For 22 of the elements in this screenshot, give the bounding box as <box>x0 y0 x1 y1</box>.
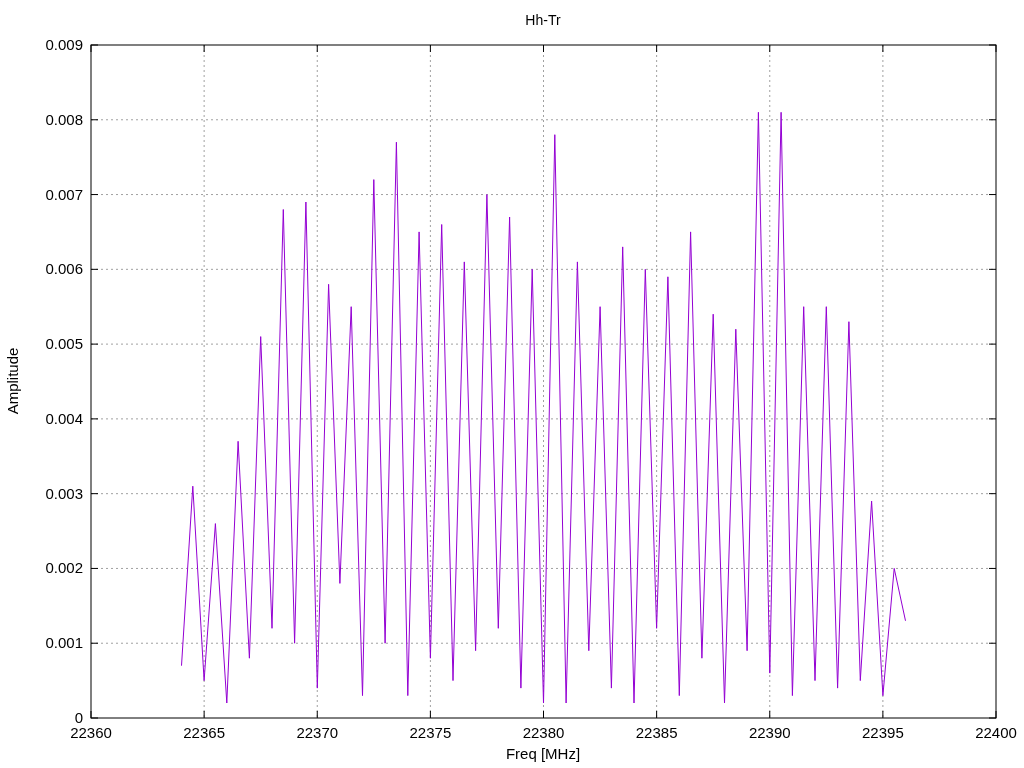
chart-title: Hh-Tr <box>525 12 561 28</box>
y-tick-label: 0.006 <box>45 260 83 278</box>
y-tick-label: 0.001 <box>45 634 83 652</box>
x-axis-label: Freq [MHz] <box>505 745 581 762</box>
y-tick-label: 0.005 <box>45 335 83 353</box>
x-tick-label: 22365 <box>183 724 225 741</box>
y-axis-label: Amplitude <box>4 347 21 415</box>
x-tick-label: 22370 <box>296 724 339 741</box>
x-tick-label: 22360 <box>70 724 112 741</box>
x-tick-label: 22390 <box>748 724 791 741</box>
y-tick-label: 0.004 <box>45 409 83 427</box>
y-tick-label: 0.007 <box>45 185 83 203</box>
x-tick-label: 22400 <box>975 724 1017 741</box>
x-tick-label: 22395 <box>862 724 904 741</box>
y-tick-label: 0 <box>74 709 83 726</box>
y-tick-label: 0.003 <box>45 484 83 502</box>
x-tick-label: 22380 <box>522 724 565 741</box>
y-tick-label: 0.009 <box>45 36 83 53</box>
y-tick-label: 0.008 <box>45 110 83 128</box>
x-tick-label: 22385 <box>635 724 678 741</box>
x-tick-label: 22375 <box>409 724 452 741</box>
y-tick-label: 0.002 <box>45 559 83 577</box>
